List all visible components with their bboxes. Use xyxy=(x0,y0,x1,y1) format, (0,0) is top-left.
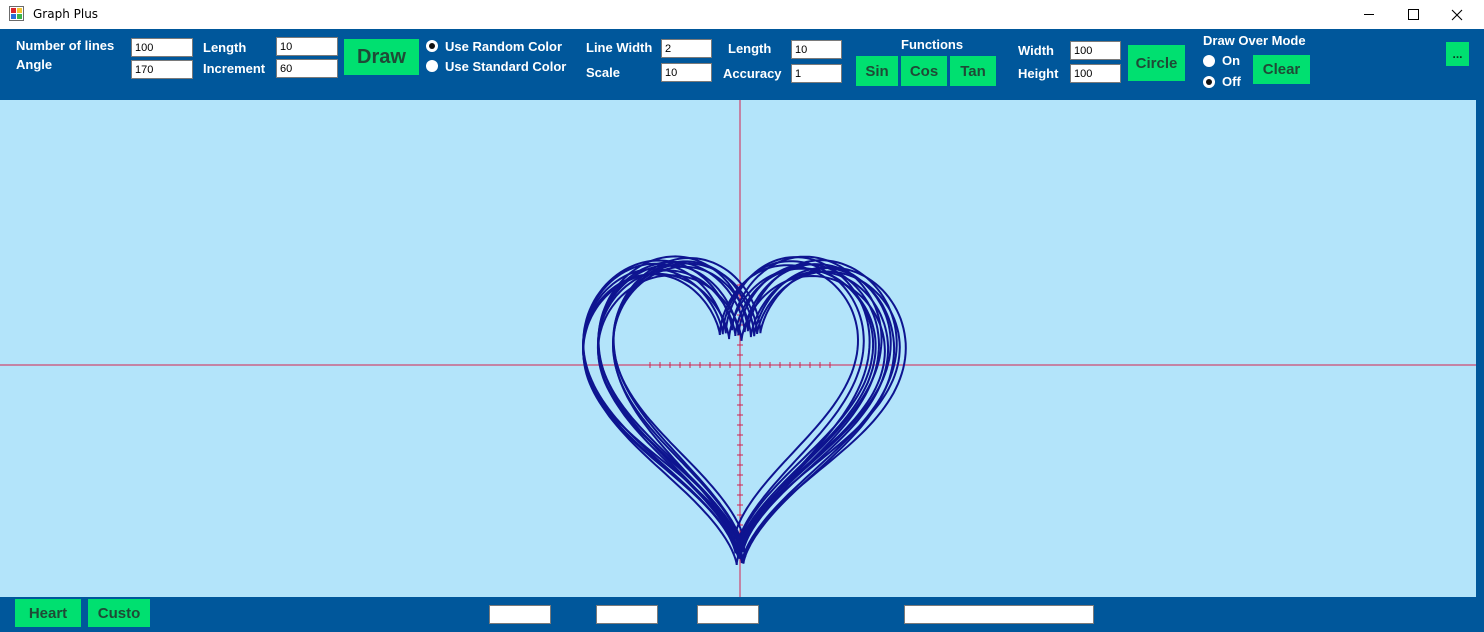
line-width-input[interactable] xyxy=(661,39,712,58)
scale-input[interactable] xyxy=(661,63,712,82)
more-options-button[interactable]: ... xyxy=(1446,42,1469,66)
radio-selected-dot xyxy=(1206,79,1212,85)
circle-button[interactable]: Circle xyxy=(1128,45,1185,81)
tan-button[interactable]: Tan xyxy=(950,56,996,86)
angle-label: Angle xyxy=(16,57,53,72)
random-color-radio-circle[interactable] xyxy=(426,40,438,52)
radio-selected-dot xyxy=(429,43,435,49)
draw-over-on-radio-circle[interactable] xyxy=(1203,55,1215,67)
minimize-button[interactable] xyxy=(1346,0,1392,29)
length-label: Length xyxy=(203,40,247,55)
length-input[interactable] xyxy=(276,37,338,56)
angle-input[interactable] xyxy=(131,60,193,79)
minimize-icon xyxy=(1364,14,1374,15)
maximize-icon xyxy=(1407,9,1419,20)
height-input[interactable] xyxy=(1070,64,1121,83)
increment-label: Increment xyxy=(203,61,266,76)
accuracy-label: Accuracy xyxy=(723,66,782,81)
scale-label: Scale xyxy=(586,65,620,80)
draw-over-mode-label: Draw Over Mode xyxy=(1203,33,1306,48)
heart-button[interactable]: Heart xyxy=(15,599,81,627)
title-bar: Graph Plus xyxy=(0,0,1484,29)
draw-button[interactable]: Draw xyxy=(344,39,419,75)
heart-curve xyxy=(582,264,860,543)
maximize-button[interactable] xyxy=(1390,0,1436,29)
bottom-input-3[interactable] xyxy=(697,605,759,624)
bottom-input-4[interactable] xyxy=(904,605,1094,624)
standard-color-label[interactable]: Use Standard Color xyxy=(445,59,566,74)
draw-over-off-radio-circle[interactable] xyxy=(1203,76,1215,88)
draw-over-on-label[interactable]: On xyxy=(1222,53,1240,68)
draw-over-off-radio[interactable] xyxy=(1203,76,1215,88)
draw-over-on-radio[interactable] xyxy=(1203,55,1215,67)
increment-input[interactable] xyxy=(276,59,338,78)
function-length-input[interactable] xyxy=(791,40,842,59)
cos-button[interactable]: Cos xyxy=(901,56,947,86)
app-icon xyxy=(9,6,24,21)
close-button[interactable] xyxy=(1434,0,1480,29)
line-width-label: Line Width xyxy=(586,40,653,55)
lines-input[interactable] xyxy=(131,38,193,57)
heart-curves xyxy=(581,255,907,565)
random-color-label[interactable]: Use Random Color xyxy=(445,39,562,54)
clear-button[interactable]: Clear xyxy=(1253,55,1310,84)
toolbar: Number of lines Angle Length Increment D… xyxy=(0,29,1484,100)
close-icon xyxy=(1451,9,1463,20)
window-title: Graph Plus xyxy=(33,7,99,21)
side-strip xyxy=(1476,100,1484,597)
graph-canvas[interactable] xyxy=(0,100,1476,597)
plot-area xyxy=(0,100,1476,597)
lines-label: Number of lines xyxy=(16,38,115,53)
bottom-input-2[interactable] xyxy=(596,605,658,624)
standard-color-radio-circle[interactable] xyxy=(426,60,438,72)
bottom-bar: Heart Custo xyxy=(0,597,1484,632)
bottom-input-1[interactable] xyxy=(489,605,551,624)
height-label: Height xyxy=(1018,66,1059,81)
random-color-radio[interactable] xyxy=(426,40,438,52)
function-length-label: Length xyxy=(728,41,772,56)
standard-color-radio[interactable] xyxy=(426,60,438,72)
draw-over-off-label[interactable]: Off xyxy=(1222,74,1241,89)
width-input[interactable] xyxy=(1070,41,1121,60)
custom-button[interactable]: Custo xyxy=(88,599,150,627)
accuracy-input[interactable] xyxy=(791,64,842,83)
sin-button[interactable]: Sin xyxy=(856,56,898,86)
width-label: Width xyxy=(1018,43,1054,58)
functions-label: Functions xyxy=(901,37,964,52)
